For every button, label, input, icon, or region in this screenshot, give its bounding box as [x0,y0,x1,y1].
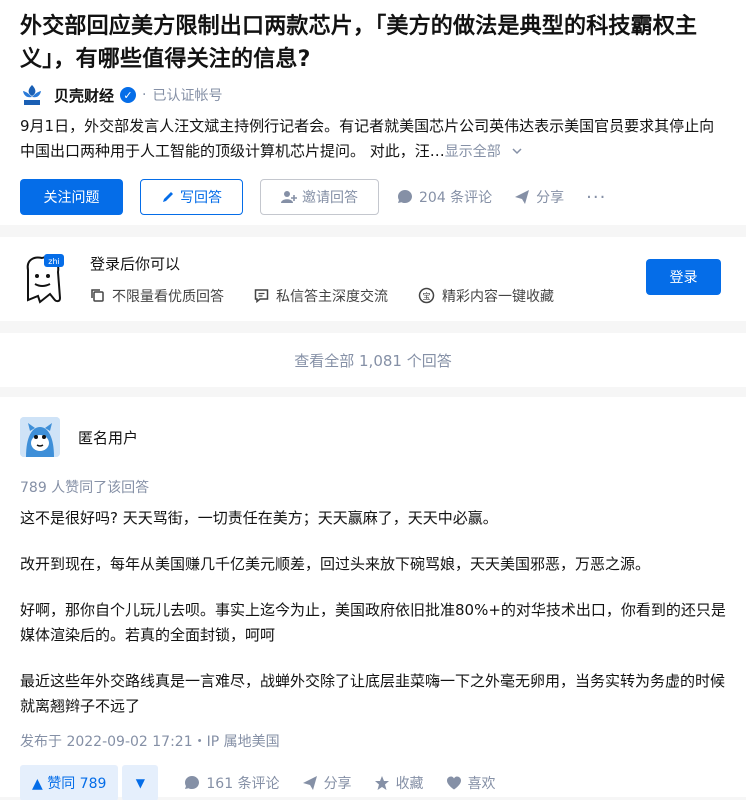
perk-favorite: 宝 精彩内容一键收藏 [418,286,554,306]
share-icon [515,190,530,204]
show-all-link[interactable]: 显示全部 [445,144,523,160]
question-card: 外交部回应美方限制出口两款芯片，「美方的做法是典型的科技霸权主义」，有哪些值得关… [0,0,746,225]
favorite-button[interactable]: 收藏 [374,773,424,793]
view-all-answers-link[interactable]: 查看全部 1,081 个回答 [0,333,746,387]
write-answer-button[interactable]: 写回答 [140,179,243,215]
question-title[interactable]: 外交部回应美方限制出口两款芯片，「美方的做法是典型的科技霸权主义」，有哪些值得关… [20,10,726,76]
more-button[interactable]: ··· [586,187,606,208]
copy-icon [91,289,104,302]
question-share-label: 分享 [536,190,565,206]
login-prompt-content: 登录后你可以 不限量看优质回答 私信答主深度交流 宝 精彩内容一键收藏 [90,253,584,306]
author-logo[interactable] [20,83,44,107]
author-name[interactable]: 贝壳财经 [54,85,114,106]
favorite-label: 收藏 [395,776,424,792]
author-tag: 已认证帐号 [152,88,223,104]
perk-unlimited-label: 不限量看优质回答 [112,288,224,305]
answer-paragraph: 这不是很好吗? 天天骂街，一切责任在美方；天天赢麻了，天天中必赢。 [20,509,498,527]
answer-paragraph: 改开到现在，每年从美国赚几千亿美元顺差，回过头来放下碗骂娘，天天美国邪恶，万恶之… [20,555,651,573]
perk-unlimited: 不限量看优质回答 [90,286,224,306]
comment-icon [398,190,412,203]
question-actions: 关注问题 写回答 邀请回答 204 条评论 分享 ··· [20,179,726,215]
invite-answer-label: 邀请回答 [302,190,358,206]
like-label: 喜欢 [467,776,496,792]
svg-text:zhi: zhi [48,257,60,266]
avatar[interactable] [20,417,60,457]
voter-count[interactable]: 789 人赞同了该回答 [20,477,726,497]
answer-comments-label: 161 条评论 [206,776,280,792]
question-author: 贝壳财经 ✓ · 已认证帐号 [20,82,726,108]
like-button[interactable]: 喜欢 [446,773,496,793]
separator-dot: · [142,87,147,103]
question-excerpt[interactable]: 9月1日，外交部发言人汪文斌主持例行记者会。有记者就美国芯片公司英伟达表示美国官… [20,114,726,165]
login-prompt-card: zhi 登录后你可以 不限量看优质回答 私信答主深度交流 宝 精彩内容一键收藏 … [0,237,746,321]
login-perks: 不限量看优质回答 私信答主深度交流 宝 精彩内容一键收藏 [90,286,584,306]
answer-paragraph: 最近这些年外交路线真是一言难尽，战蝉外交除了让底层韭菜嗨一下之外毫无卵用，当务实… [20,672,726,715]
zhihu-mascot-icon: zhi [20,252,68,306]
star-icon [374,776,389,790]
share-icon [302,776,317,790]
perk-message: 私信答主深度交流 [254,286,388,306]
treasure-icon: 宝 [418,287,435,304]
answer-comments-button[interactable]: 161 条评论 [184,773,280,793]
message-icon [254,289,269,303]
pencil-icon [163,192,173,202]
question-comments-label: 204 条评论 [419,190,493,206]
add-user-icon [281,191,297,203]
downvote-button[interactable]: ▼ [122,765,159,800]
answer-content: 这不是很好吗? 天天骂街，一切责任在美方；天天赢麻了，天天中必赢。 改开到现在，… [20,506,726,719]
verified-badge-icon: ✓ [120,87,137,103]
upvote-button[interactable]: ▲ 赞同 789 [20,765,119,800]
comment-icon [185,776,200,789]
chevron-down-icon [512,148,522,155]
answer-card: 匿名用户 789 人赞同了该回答 这不是很好吗? 天天骂街，一切责任在美方；天天… [0,397,746,800]
answer-paragraph: 好啊，那你自个儿玩儿去呗。事实上迄今为止，美国政府依旧批准80%+的对华技术出口… [20,601,726,644]
login-button[interactable]: 登录 [646,259,721,295]
heart-icon [446,776,461,790]
write-answer-label: 写回答 [180,190,222,206]
answer-share-button[interactable]: 分享 [302,773,352,793]
publish-info[interactable]: 发布于 2022-09-02 17:21・IP 属地美国 [20,731,726,751]
login-prompt-title: 登录后你可以 [90,254,181,273]
perk-message-label: 私信答主深度交流 [276,288,388,305]
answer-author-name[interactable]: 匿名用户 [78,427,138,448]
answer-author: 匿名用户 [20,417,726,457]
follow-question-button[interactable]: 关注问题 [20,179,123,215]
question-comments-button[interactable]: 204 条评论 [397,187,492,207]
invite-answer-button[interactable]: 邀请回答 [260,179,379,215]
perk-favorite-label: 精彩内容一键收藏 [442,288,554,305]
svg-text:宝: 宝 [423,291,431,301]
question-share-button[interactable]: 分享 [514,187,564,207]
excerpt-text: 9月1日，外交部发言人汪文斌主持例行记者会。有记者就美国芯片公司英伟达表示美国官… [20,117,715,160]
answer-actions: ▲ 赞同 789 ▼ 161 条评论 分享 收藏 喜欢 [20,765,726,800]
answer-share-label: 分享 [323,776,352,792]
